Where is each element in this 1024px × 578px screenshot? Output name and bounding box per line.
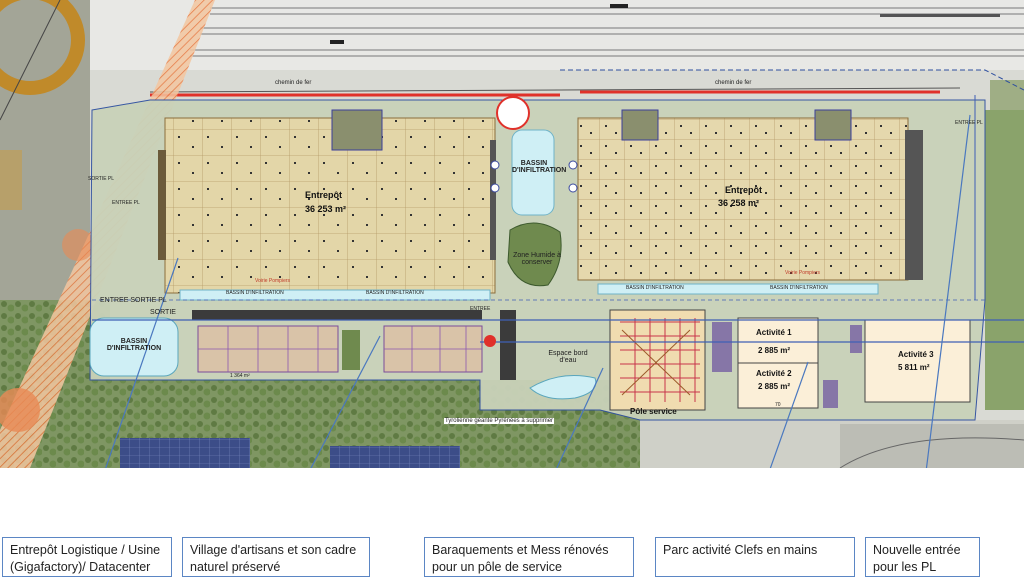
- dimension-label: 70: [775, 402, 781, 408]
- bassin-strip-1-label: BASSIN D'INFILTRATION: [226, 290, 284, 296]
- callout-text-line2: pour un pôle de service: [432, 560, 562, 574]
- callout-text-line1: Entrepôt Logistique / Usine: [10, 543, 161, 557]
- activite-3-name: Activité 3: [898, 350, 934, 359]
- callout-entrepot-logistique: Entrepôt Logistique / Usine (Gigafactory…: [2, 537, 172, 577]
- bassin-strip-4-label: BASSIN D'INFILTRATION: [770, 285, 828, 291]
- callout-village-artisans: Village d'artisans et son cadre naturel …: [182, 537, 370, 577]
- callout-text-line2: (Gigafactory)/ Datacenter: [10, 560, 151, 574]
- callout-parc-activite: Parc activité Clefs en mains: [655, 537, 855, 577]
- warehouse-2-name: Entrepôt: [725, 185, 762, 195]
- callout-text-line1: Baraquements et Mess rénovés: [432, 543, 609, 557]
- activite-3-area: 5 811 m²: [898, 363, 930, 372]
- callout-text-line2: pour les PL: [873, 560, 937, 574]
- warehouse-2-area: 36 258 m²: [718, 198, 760, 208]
- tyrolienne-label: Tyrolienne géante Pyrénées à supprimer: [444, 418, 554, 424]
- warehouse-1-name: Entrepôt: [305, 190, 342, 200]
- callout-text-line1: Parc activité Clefs en mains: [663, 543, 818, 557]
- entree-small-label: ENTREE: [470, 306, 491, 312]
- activite-2-area: 2 885 m²: [758, 382, 791, 391]
- railway-label-left: chemin de fer: [275, 80, 312, 86]
- bassin-strip-2-label: BASSIN D'INFILTRATION: [366, 290, 424, 296]
- sortie-pl-left-label: SORTIE PL: [88, 176, 115, 182]
- entree-pl-right-label: ENTREE PL: [955, 120, 983, 126]
- activite-1-name: Activité 1: [756, 328, 792, 337]
- entree-sortie-pl-label: ENTREE SORTIE PL: [100, 297, 167, 304]
- callout-text-line2: naturel préservé: [190, 560, 281, 574]
- bassin-strip-3-label: BASSIN D'INFILTRATION: [626, 285, 684, 291]
- entree-pl-left-label: ENTREE PL: [112, 200, 140, 206]
- pole-service-label: Pôle service: [630, 407, 677, 416]
- callout-pole-service: Baraquements et Mess rénovés pour un pôl…: [424, 537, 634, 577]
- voirie-pompiers-label-1: Voirie Pompiers: [255, 278, 291, 284]
- site-plan-drawing: [0, 0, 1024, 468]
- callout-text-line1: Village d'artisans et son cadre: [190, 543, 357, 557]
- callout-text-line1: Nouvelle entrée: [873, 543, 961, 557]
- activite-1-area: 2 885 m²: [758, 346, 791, 355]
- bassin-center-label: BASSIN D'INFILTRATION: [512, 160, 567, 174]
- espace-bord-eau-label: Espace bord d'eau: [548, 350, 588, 364]
- site-plan-map: chemin de fer chemin de fer Entrepôt 36 …: [0, 0, 1024, 468]
- activite-2-name: Activité 2: [756, 369, 792, 378]
- railway-label-right: chemin de fer: [715, 80, 752, 86]
- callout-nouvelle-entree: Nouvelle entrée pour les PL: [865, 537, 980, 577]
- village-area-label: 1 364 m²: [230, 373, 250, 379]
- sortie-label: SORTIE: [150, 309, 176, 316]
- warehouse-1-area: 36 253 m²: [305, 204, 347, 214]
- zone-humide-label: Zone Humide à conserver: [513, 252, 561, 266]
- voirie-pompiers-label-2: Voirie Pompiers: [785, 270, 821, 276]
- bassin-left-label: BASSIN D'INFILTRATION: [106, 338, 162, 352]
